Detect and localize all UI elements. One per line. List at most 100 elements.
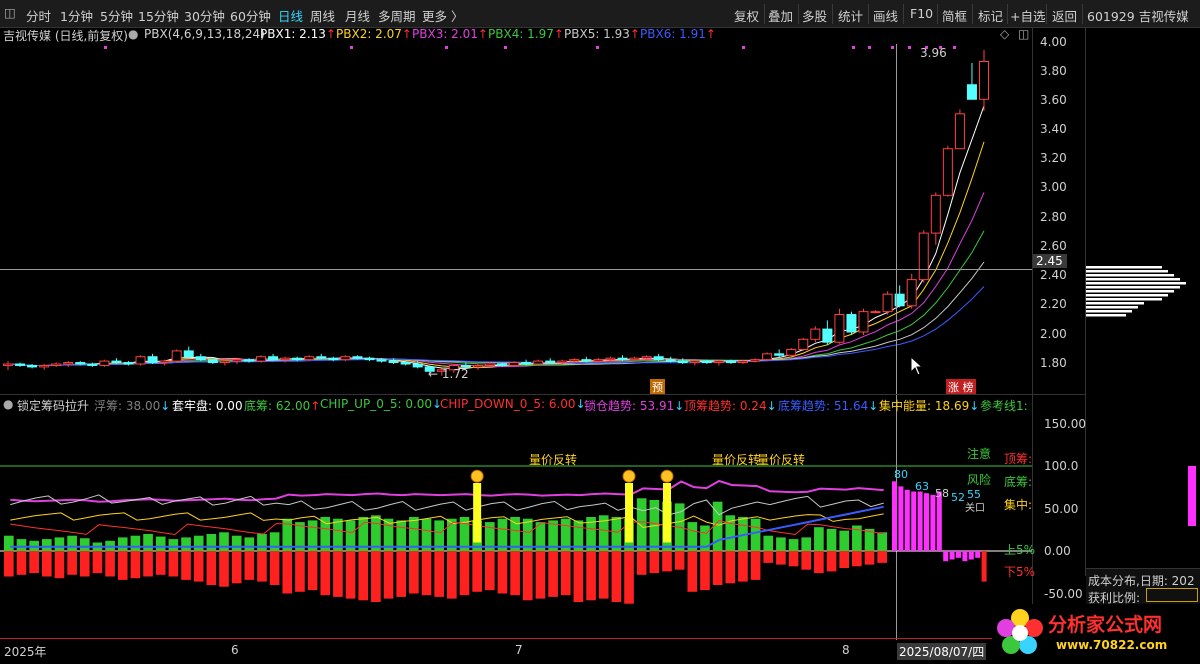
price-tick: 2.60	[1040, 239, 1067, 253]
down5-label: 下5%	[1004, 565, 1036, 579]
candle	[63, 361, 74, 367]
price-tick: 3.60	[1040, 93, 1067, 107]
positive-bar	[269, 532, 280, 551]
watermark-title: 分析家公式网	[1048, 614, 1163, 636]
tab-daily[interactable]: 日线	[278, 6, 303, 25]
negative-bar	[143, 551, 153, 577]
negative-bar	[459, 551, 470, 596]
negative-bar	[41, 551, 52, 577]
positive-bar	[636, 498, 647, 551]
signal-label: 量价反转	[529, 453, 578, 467]
back-button[interactable]: 返回	[1052, 6, 1077, 25]
indicator-settings-icon[interactable]: ●	[128, 27, 138, 41]
chart-title: 吉视传媒 (日线,前复权)	[3, 29, 128, 43]
positive-bar	[117, 537, 128, 551]
overlay-button[interactable]: 叠加	[768, 6, 793, 25]
indicator-chart[interactable]	[0, 412, 1032, 640]
negative-bar	[333, 551, 343, 597]
negative-bar	[738, 551, 748, 582]
high-price-label: 3.96	[920, 46, 947, 60]
positive-bar	[763, 535, 774, 551]
candle	[954, 109, 965, 150]
signal-pillar	[473, 483, 482, 543]
negative-bar	[29, 551, 39, 574]
tab-multi-period[interactable]: 多周期	[378, 6, 416, 25]
negative-bar	[839, 551, 850, 568]
negative-bar	[206, 551, 217, 585]
negative-bar	[535, 551, 546, 599]
legend-pbx6: PBX6: 1.91↑	[640, 27, 716, 41]
negative-bar	[105, 551, 115, 577]
magenta-bar	[968, 551, 974, 560]
negative-bar	[801, 551, 812, 570]
negative-bar	[674, 551, 685, 570]
signal-dot	[596, 46, 599, 49]
tab-60min[interactable]: 60分钟	[230, 6, 271, 25]
negative-bar	[219, 551, 229, 587]
legend-chip-up: CHIP_UP_0_5: 0.00↓	[320, 397, 443, 411]
positive-bar	[143, 534, 153, 551]
crosshair-date-label: 2025/08/07/四	[897, 643, 987, 660]
indicator-tick: 150.00	[1044, 417, 1086, 431]
price-chart[interactable]	[0, 44, 1032, 390]
tab-weekly[interactable]: 周线	[310, 6, 335, 25]
magenta-bar	[930, 494, 936, 551]
chip-bar	[1086, 282, 1186, 285]
negative-bar	[447, 551, 457, 599]
low-price-label: ← 1.72	[428, 367, 469, 381]
negative-bar	[649, 551, 660, 574]
negative-bar	[877, 551, 887, 563]
float-chips-line	[10, 494, 884, 516]
window-toggle-icon[interactable]: ◫	[1018, 27, 1029, 41]
candle	[870, 310, 881, 314]
overlay-number: 80	[894, 468, 908, 481]
negative-bar	[181, 551, 191, 580]
crosshair-horizontal	[0, 269, 1032, 270]
ma-line-5	[7, 261, 985, 366]
candle	[268, 353, 279, 362]
multi-stock-button[interactable]: 多股	[802, 6, 827, 25]
negative-bar	[725, 551, 736, 584]
signal-bubble-icon	[622, 469, 636, 483]
chip-bar	[1086, 274, 1174, 277]
indicator-settings-icon[interactable]: ●	[3, 397, 13, 411]
candle	[846, 311, 857, 335]
overlay-number: 52	[951, 491, 965, 504]
restore-rights-button[interactable]: 复权	[734, 6, 759, 25]
price-tick: 2.80	[1040, 210, 1067, 224]
candle	[183, 346, 194, 359]
candle	[918, 230, 929, 283]
positive-bar	[54, 537, 65, 551]
tab-30min[interactable]: 30分钟	[184, 6, 225, 25]
f10-button[interactable]: F10	[910, 6, 933, 21]
chip-distribution-edge	[1188, 466, 1196, 526]
panel-toggle-icon[interactable]: ◫	[4, 5, 16, 20]
tab-5min[interactable]: 5分钟	[100, 6, 133, 25]
negative-bar	[472, 551, 482, 592]
candle	[930, 192, 941, 245]
chip-bar	[1086, 270, 1168, 273]
add-watchlist-button[interactable]: +自选	[1010, 6, 1045, 25]
negative-bar	[193, 551, 204, 582]
statistics-button[interactable]: 统计	[838, 6, 863, 25]
indicator-tick: 50.00	[1044, 502, 1079, 516]
magenta-bar	[975, 551, 981, 558]
mark-button[interactable]: 标记	[978, 6, 1003, 25]
simple-frame-button[interactable]: 简框	[942, 6, 967, 25]
tab-15min[interactable]: 15分钟	[138, 6, 179, 25]
top-chips-label: 顶筹:6	[1004, 452, 1032, 466]
tab-monthly[interactable]: 月线	[345, 6, 370, 25]
tab-more[interactable]: 更多 〉	[422, 6, 463, 25]
indicator-tick: -50.00	[1044, 587, 1083, 601]
signal-dot	[891, 46, 894, 49]
flower-logo-icon	[997, 609, 1043, 654]
negative-bar	[497, 551, 508, 594]
positive-bar	[877, 532, 887, 551]
tab-intraday[interactable]: 分时	[26, 6, 51, 25]
overlay-number: 58	[935, 487, 949, 500]
pin-icon[interactable]: ◇	[1000, 27, 1009, 41]
tab-1min[interactable]: 1分钟	[60, 6, 93, 25]
draw-line-button[interactable]: 画线	[873, 6, 898, 25]
candle	[653, 353, 664, 362]
mouse-cursor-icon	[910, 356, 924, 376]
